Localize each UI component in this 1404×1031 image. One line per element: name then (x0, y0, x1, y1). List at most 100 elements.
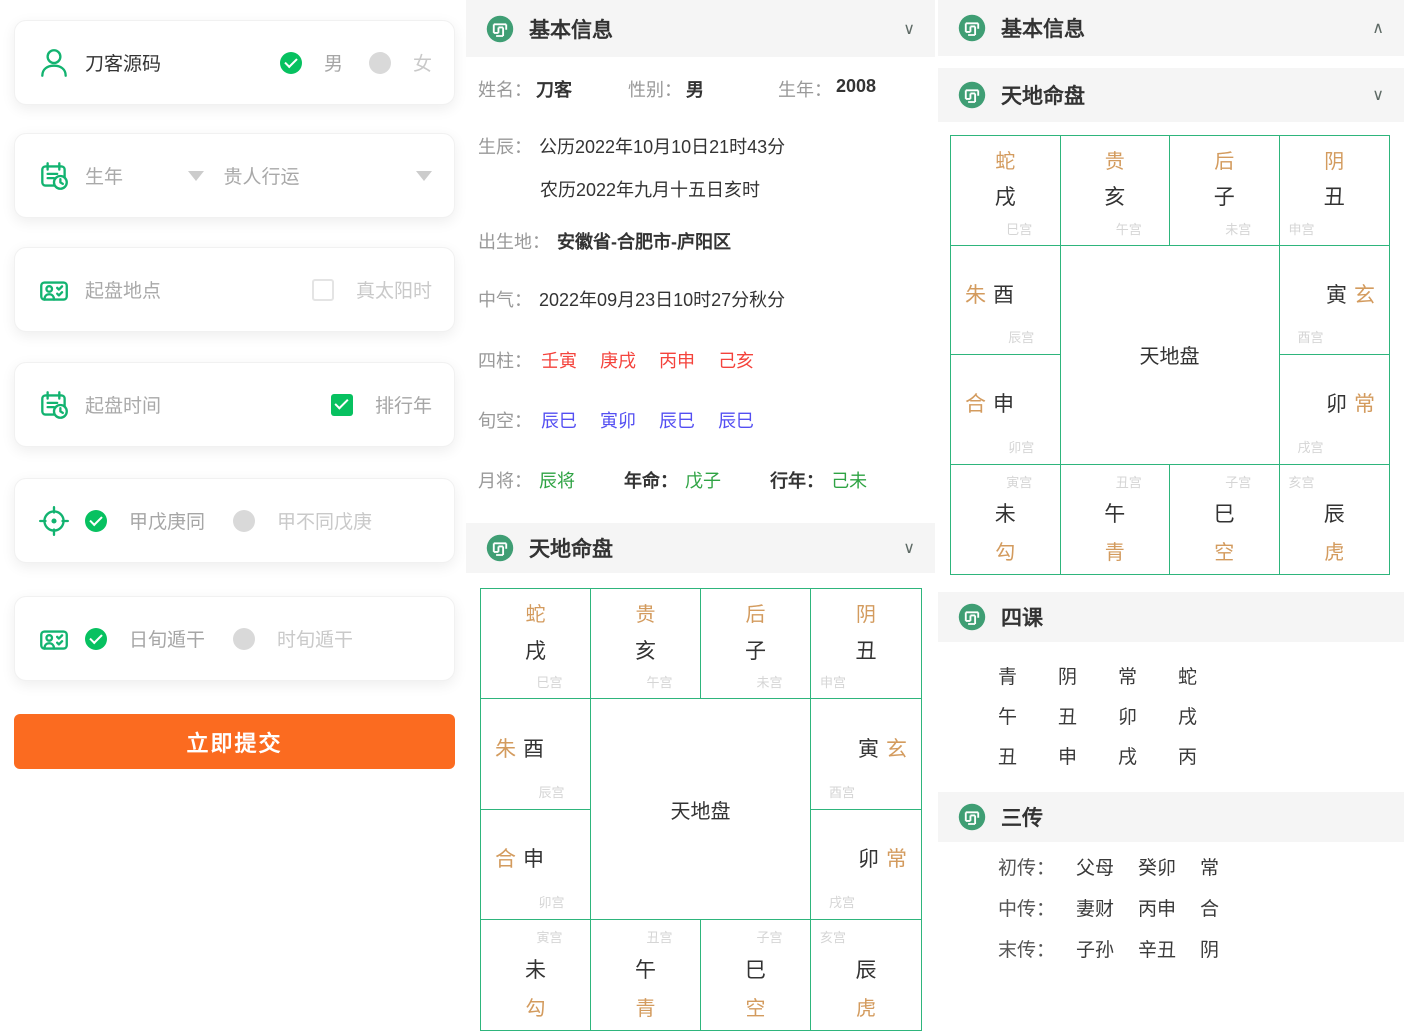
gender-female-radio[interactable] (368, 51, 391, 74)
chart-cell-shen: 阴丑申宫 (1279, 136, 1389, 246)
chart-cell-si: 蛇戌巳宫 (951, 136, 1061, 246)
chart-cell-chou: 丑宫午青 (1061, 464, 1170, 574)
day-dun-label[interactable]: 日旬遁干 (129, 625, 205, 652)
chart-center-label: 天地盘 (591, 699, 811, 920)
chart-cell-mao: 合申 卯宫 (481, 809, 591, 920)
basic-info-header[interactable]: 基本信息 ∨ (466, 0, 935, 57)
chart-cell-zi: 子宫巳空 (1170, 464, 1280, 574)
jia-option-card[interactable]: 甲戊庚同 甲不同戊庚 (14, 478, 455, 563)
chevron-down-icon[interactable]: ∨ (903, 538, 915, 558)
day-dun-radio[interactable] (85, 627, 107, 650)
chart-cell-xu: 卯常 戌宫 (811, 810, 921, 920)
jia-same-radio[interactable] (85, 509, 107, 532)
sike-cell: 戌 (1178, 706, 1198, 728)
chart-center-label: 天地盘 (1060, 245, 1280, 465)
sanchuan-section-header[interactable]: 三传 (938, 792, 1404, 842)
true-solar-time-checkbox[interactable] (311, 278, 334, 301)
void-row: 旬空： 辰巳 寅卯 辰巳 辰巳 (478, 407, 772, 433)
hour-dun-label[interactable]: 时旬遁干 (277, 625, 353, 652)
section-title: 天地命盘 (1001, 85, 1085, 108)
sike-cell: 申 (1058, 746, 1078, 768)
rank-year-checkbox[interactable] (330, 393, 353, 416)
zhongqi-row: 中气： 2022年09月23日10时27分秋分 (478, 286, 785, 312)
jia-diff-radio[interactable] (233, 509, 256, 532)
birthplace-row: 出生地： 安徽省-合肥市-庐阳区 (478, 228, 731, 254)
rank-year-label[interactable]: 排行年 (375, 391, 432, 418)
chart-cell-wu: 贵亥午宫 (591, 589, 701, 700)
year-value: 2008 (836, 76, 877, 96)
chevron-down-icon[interactable]: ∨ (1372, 85, 1384, 105)
transmission-label: 初传： (998, 858, 1056, 879)
xingnian-label: 行年： (770, 471, 825, 491)
true-solar-time-label[interactable]: 真太阳时 (356, 276, 432, 303)
app-logo-icon (486, 534, 514, 562)
location-input[interactable]: 起盘地点 (85, 276, 298, 303)
section-title: 基本信息 (1001, 18, 1085, 41)
location-card[interactable]: 起盘地点 真太阳时 (14, 247, 455, 332)
chart-section-header[interactable]: 天地命盘 ∨ (938, 68, 1404, 122)
submit-button[interactable]: 立即提交 (14, 714, 455, 769)
chart-cell-yin: 寅宫未勾 (481, 919, 591, 1030)
birth-solar-value: 公历2022年10月10日21时43分 (539, 137, 786, 157)
void-value: 辰巳 (659, 411, 696, 431)
chart-cell-hai: 亥宫辰虎 (1288, 474, 1345, 565)
void-value: 寅卯 (600, 411, 637, 431)
transmission-general: 合 (1200, 899, 1220, 920)
name-input[interactable]: 刀客源码 (85, 49, 266, 76)
person-card-icon (37, 622, 71, 656)
chevron-up-icon[interactable]: ∧ (1372, 18, 1384, 38)
transmission-general: 常 (1200, 858, 1220, 879)
sike-section-header[interactable]: 四课 (938, 592, 1404, 642)
birth-solar-row: 生辰： 公历2022年10月10日21时43分 (478, 133, 785, 159)
chart-cell-zi: 子宫巳空 (701, 919, 811, 1030)
time-input[interactable]: 起盘时间 (85, 391, 317, 418)
sike-cell: 卯 (1118, 706, 1138, 728)
xingnian-value: 己未 (831, 471, 868, 491)
chevron-down-icon[interactable]: ∨ (903, 19, 915, 39)
result-panel-basic: 基本信息 ∨ 姓名： 刀客 性别： 男 生年： 2008 生辰： 公历2022年… (466, 0, 935, 1031)
birthplace-value: 安徽省-合肥市-庐阳区 (557, 232, 732, 252)
hour-dun-radio[interactable] (233, 627, 256, 650)
birthplace-label: 出生地： (478, 232, 550, 252)
chevron-down-icon[interactable] (416, 170, 433, 181)
basic-info-header-collapsed[interactable]: 基本信息 ∧ (938, 0, 1404, 56)
chevron-down-icon[interactable] (187, 170, 204, 181)
gender-value: 男 (686, 80, 704, 100)
name-field-card[interactable]: 刀客源码 男 女 (14, 20, 455, 105)
chart-section-header[interactable]: 天地命盘 ∨ (466, 523, 935, 573)
dun-option-card[interactable]: 日旬遁干 时旬遁干 (14, 596, 455, 681)
section-title: 天地命盘 (529, 538, 613, 561)
sike-cell: 丑 (1058, 706, 1078, 728)
birth-year-select[interactable]: 生年 (85, 162, 174, 189)
name-label: 姓名： (478, 80, 532, 100)
jia-same-label[interactable]: 甲戊庚同 (129, 507, 205, 534)
jia-diff-label[interactable]: 甲不同戊庚 (277, 507, 372, 534)
transmission-ganzhi: 辛丑 (1138, 940, 1177, 961)
chart-cell-wu: 贵亥午宫 (1060, 136, 1170, 246)
noble-luck-select[interactable]: 贵人行运 (224, 162, 300, 189)
transmission-row: 中传： 妻财 丙申 合 (998, 887, 1219, 928)
gender-male-radio[interactable] (279, 51, 302, 74)
transmission-row: 初传： 父母 癸卯 常 (998, 846, 1219, 887)
four-pillars-label: 四柱： (478, 351, 532, 371)
transmission-relation: 子孙 (1076, 940, 1115, 961)
transmission-label: 中传： (998, 899, 1056, 920)
calendar-clock-icon (37, 388, 71, 422)
calendar-clock-icon (37, 159, 71, 193)
chart-cell-you: 寅玄 酉宫 (1279, 246, 1389, 355)
sike-cell: 丙 (1178, 746, 1198, 768)
transmission-ganzhi: 丙申 (1138, 899, 1177, 920)
birth-year-card[interactable]: 生年 贵人行运 (14, 133, 455, 218)
gender-female-label[interactable]: 女 (413, 49, 432, 76)
target-icon (37, 504, 71, 538)
yuejiang-label: 月将： (478, 471, 532, 491)
chart-cell-hai: 亥宫辰虎 (820, 929, 877, 1020)
chart-cell-wei: 后子未宫 (701, 589, 811, 700)
gender-male-label[interactable]: 男 (324, 49, 343, 76)
zhongqi-value: 2022年09月23日10时27分秋分 (539, 290, 786, 310)
time-card[interactable]: 起盘时间 排行年 (14, 362, 455, 447)
nianming-value: 戊子 (685, 471, 722, 491)
chart-cell-chen: 朱酉 辰宫 (481, 699, 591, 810)
section-title: 基本信息 (529, 18, 613, 42)
void-label: 旬空： (478, 411, 532, 431)
